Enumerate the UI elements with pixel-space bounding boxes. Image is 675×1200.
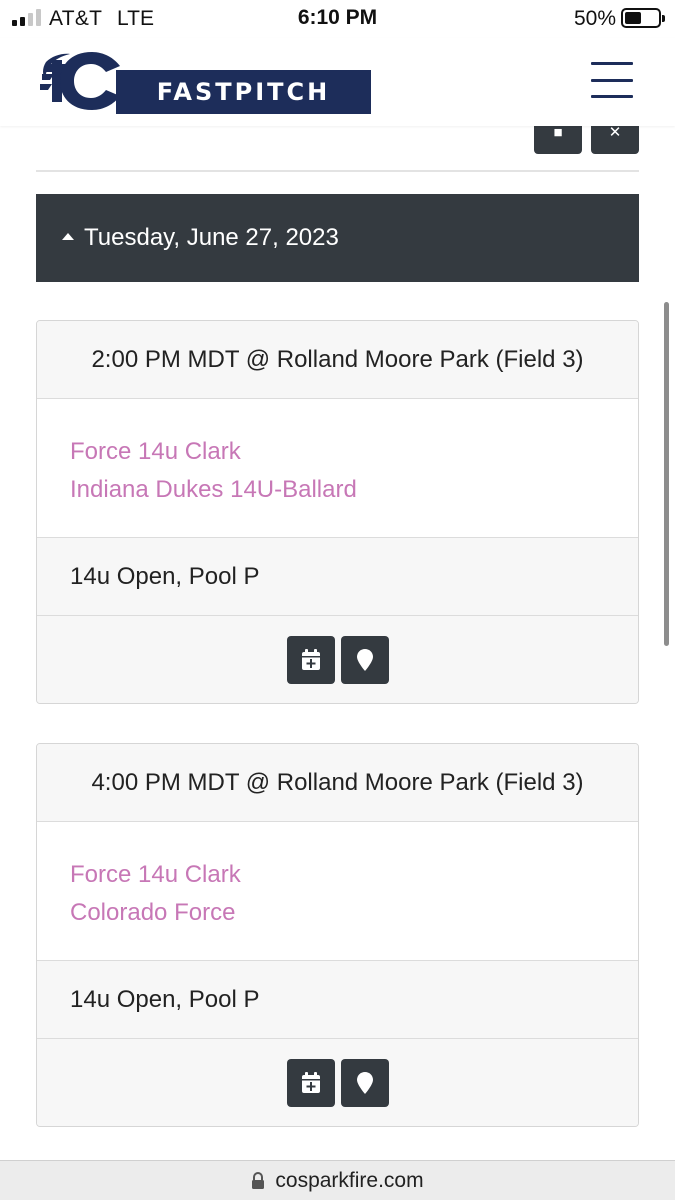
- fastpitch-logo[interactable]: FASTPITCH: [40, 50, 372, 114]
- site-header: FASTPITCH: [0, 38, 675, 126]
- game-actions: [37, 616, 638, 703]
- add-to-calendar-button[interactable]: [286, 635, 335, 684]
- hamburger-menu-icon[interactable]: [591, 62, 633, 98]
- expand-icon: ✕: [608, 124, 622, 141]
- team-link-away[interactable]: Indiana Dukes 14U-Ballard: [70, 471, 638, 509]
- date-label: Tuesday, June 27, 2023: [84, 224, 339, 251]
- game-card: 2:00 PM MDT @ Rolland Moore Park (Field …: [36, 320, 639, 704]
- logo-c-emblem-icon: [40, 52, 120, 110]
- scrollbar-thumb[interactable]: [664, 302, 669, 646]
- status-bar: AT&T LTE 6:10 PM 50%: [0, 0, 675, 38]
- url-text: cosparkfire.com: [275, 1168, 424, 1192]
- add-to-calendar-button[interactable]: [286, 1058, 335, 1107]
- caret-up-icon: [62, 232, 74, 240]
- logo-band: FASTPITCH: [116, 70, 371, 114]
- battery-icon: [621, 8, 665, 28]
- team-link-home[interactable]: Force 14u Clark: [70, 433, 638, 471]
- team-link-away[interactable]: Colorado Force: [70, 894, 638, 932]
- heading-divider: [36, 170, 639, 172]
- lock-icon: [252, 1171, 265, 1189]
- print-icon: ■: [553, 124, 563, 141]
- add-to-calendar-icon: [301, 1071, 320, 1093]
- game-actions: [37, 1039, 638, 1126]
- map-pin-icon: [356, 1071, 373, 1094]
- map-location-button[interactable]: [340, 1058, 389, 1107]
- game-time-location: 2:00 PM MDT @ Rolland Moore Park (Field …: [37, 321, 638, 399]
- game-division: 14u Open, Pool P: [37, 961, 638, 1039]
- game-teams: Force 14u Clark Indiana Dukes 14U-Ballar…: [37, 399, 638, 538]
- game-time-location: 4:00 PM MDT @ Rolland Moore Park (Field …: [37, 744, 638, 822]
- game-teams: Force 14u Clark Colorado Force: [37, 822, 638, 961]
- game-division: 14u Open, Pool P: [37, 538, 638, 616]
- add-to-calendar-icon: [301, 648, 320, 670]
- battery-percent: 50%: [573, 7, 616, 30]
- battery-fill: [625, 12, 641, 24]
- game-card: 4:00 PM MDT @ Rolland Moore Park (Field …: [36, 743, 639, 1127]
- date-group-toggle[interactable]: Tuesday, June 27, 2023: [36, 194, 639, 282]
- map-location-button[interactable]: [340, 635, 389, 684]
- logo-text: FASTPITCH: [156, 78, 331, 106]
- map-pin-icon: [356, 648, 373, 671]
- screen: AT&T LTE 6:10 PM 50% SCHEDULE ■ ✕ FASTPI…: [0, 0, 675, 1200]
- browser-address-bar[interactable]: cosparkfire.com: [0, 1160, 675, 1200]
- team-link-home[interactable]: Force 14u Clark: [70, 856, 638, 894]
